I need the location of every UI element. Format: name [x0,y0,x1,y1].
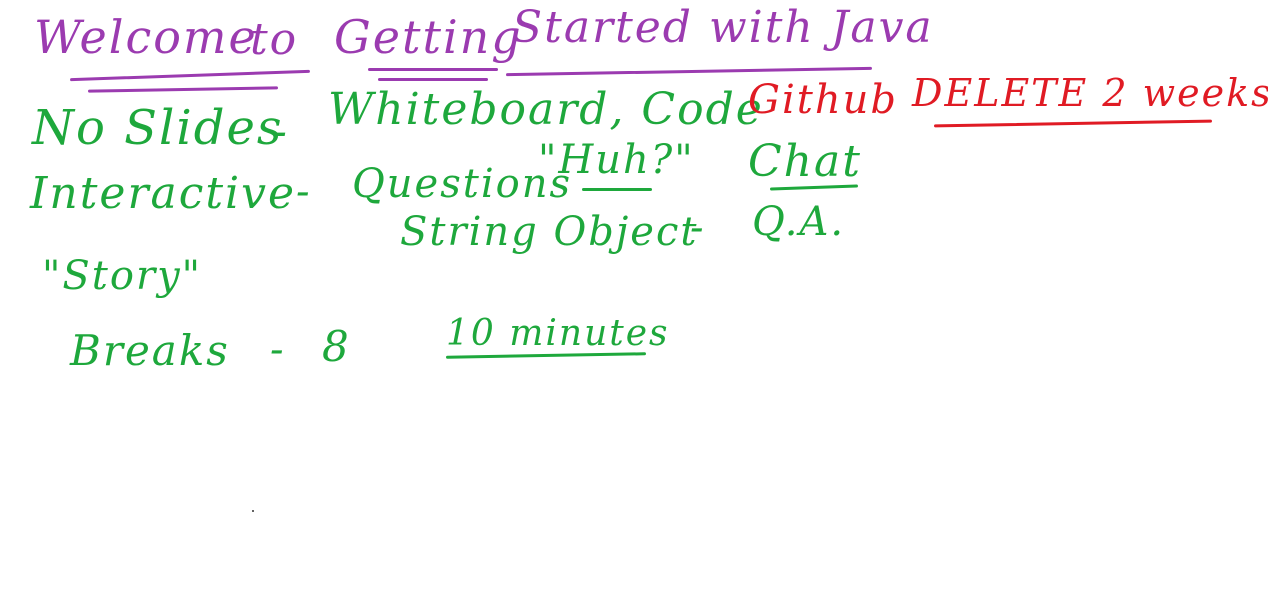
underline-welcome-to-2 [87,86,279,93]
underline-started [506,66,872,77]
text-huh: "Huh?" [538,137,695,183]
text-string-object: String Object [400,209,699,255]
underline-delete [933,119,1213,128]
text-dash-4: - [270,327,286,373]
text-breaks: Breaks [70,326,230,375]
underline-welcome-to [70,69,310,82]
text-delete-2-weeks: DELETE 2 weeks [912,71,1268,115]
title-started-with-java: Started with Java [512,2,934,53]
text-dash-3: - [690,205,706,251]
underline-getting-2 [378,78,488,81]
underline-getting [368,68,498,71]
text-interactive: Interactive [30,168,296,219]
text-qa: Q.A. [752,199,846,245]
text-github: Github [748,77,898,123]
text-dash-2: - [296,169,312,215]
title-welcome: Welcome [34,10,258,64]
title-to: to [250,14,299,65]
text-whiteboard-code: Whiteboard, Code [328,84,764,135]
text-break-count: 8 [322,322,351,371]
text-ten-minutes: 10 minutes [446,313,670,354]
whiteboard-canvas[interactable]: Welcome to Getting Started with Java No … [0,0,1268,590]
stray-ink-dot [252,510,254,512]
text-dash-1: - [272,106,289,157]
title-getting: Getting [334,10,523,64]
underline-huh [582,188,652,191]
text-no-slides: No Slides [32,100,284,156]
text-story: "Story" [42,253,203,299]
text-chat: Chat [748,136,862,187]
